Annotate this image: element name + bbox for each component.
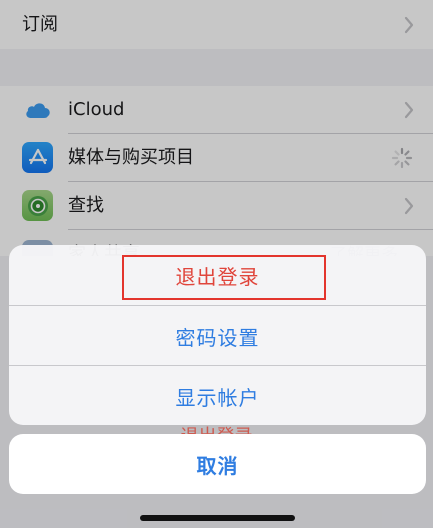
action-sheet: 退出登录 密码设置 显示帐户 [9,245,426,425]
password-settings-button[interactable]: 密码设置 [9,306,426,366]
cancel-button[interactable]: 取消 [9,434,426,494]
show-account-button[interactable]: 显示帐户 [9,366,426,425]
home-indicator[interactable] [140,515,295,521]
sign-out-button[interactable]: 退出登录 [9,245,426,305]
